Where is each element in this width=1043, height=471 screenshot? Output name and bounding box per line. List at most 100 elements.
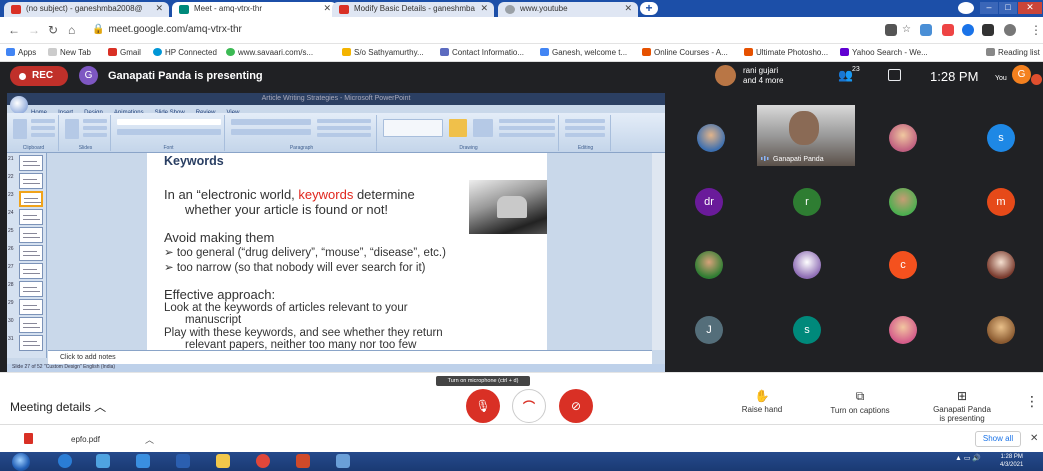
close-window-button[interactable]: ✕ bbox=[1018, 2, 1042, 14]
extension-icon[interactable] bbox=[942, 24, 954, 36]
participant-photo[interactable] bbox=[889, 124, 917, 152]
close-icon[interactable]: ✕ bbox=[480, 3, 488, 14]
extension-icon[interactable] bbox=[920, 24, 932, 36]
camera-icon[interactable] bbox=[885, 24, 897, 36]
ppt-status-bar: Slide 27 of 52 "Custom Design" English (… bbox=[7, 364, 665, 372]
participant-avatar[interactable]: J bbox=[695, 316, 723, 344]
participant-avatar[interactable]: c bbox=[889, 251, 917, 279]
bookmark-ganesh[interactable]: Ganesh, welcome t... bbox=[540, 48, 627, 57]
forward-icon[interactable]: → bbox=[28, 23, 40, 37]
app-icon[interactable] bbox=[136, 454, 150, 468]
bookmark-contact[interactable]: Contact Informatio... bbox=[440, 48, 524, 57]
avatar[interactable]: G bbox=[1012, 65, 1031, 84]
system-tray[interactable]: ▲ ▭ 🔊 bbox=[955, 454, 981, 462]
bookmark-apps[interactable]: Apps bbox=[6, 48, 36, 57]
new-tab-button[interactable]: + bbox=[640, 2, 658, 15]
bookmark-courses[interactable]: Online Courses - A... bbox=[642, 48, 728, 57]
speaker-tile[interactable]: Ganapati Panda bbox=[757, 105, 855, 166]
participant-photo[interactable] bbox=[987, 251, 1015, 279]
slide-thumbnail[interactable] bbox=[19, 209, 43, 225]
app-icon[interactable] bbox=[336, 454, 350, 468]
meeting-details-button[interactable]: Meeting details ︿ bbox=[10, 398, 106, 415]
viewer-summary[interactable]: rani gujari and 4 more bbox=[743, 66, 783, 86]
taskbar-clock[interactable]: 1:28 PM 4/3/2021 bbox=[1000, 453, 1023, 469]
tab-youtube[interactable]: www.youtube ✕ bbox=[498, 2, 638, 17]
slide-thumbnail[interactable] bbox=[19, 335, 43, 351]
close-icon[interactable]: ✕ bbox=[1030, 433, 1038, 444]
ie-icon[interactable] bbox=[96, 454, 110, 468]
app-icon[interactable] bbox=[176, 454, 190, 468]
leave-call-button[interactable]: ⌒ bbox=[512, 389, 546, 423]
folder-icon[interactable] bbox=[216, 454, 230, 468]
bookmark-photoshop[interactable]: Ultimate Photosho... bbox=[744, 48, 828, 57]
minimize-button[interactable]: – bbox=[980, 2, 998, 14]
back-icon[interactable]: ← bbox=[8, 23, 20, 37]
slide-bullet: ➢ too narrow (so that nobody will ever s… bbox=[164, 262, 426, 274]
slide-thumbnail[interactable] bbox=[19, 155, 43, 171]
slide-thumbnail[interactable] bbox=[19, 227, 43, 243]
close-icon[interactable]: ✕ bbox=[323, 3, 331, 14]
slide-thumbnail-selected[interactable] bbox=[19, 191, 43, 207]
media-player-icon[interactable] bbox=[58, 454, 72, 468]
slide-thumbnail[interactable] bbox=[19, 173, 43, 189]
bookmarks-bar: Apps New Tab Gmail HP Connected www.sava… bbox=[0, 44, 1043, 62]
maximize-button[interactable]: □ bbox=[999, 2, 1017, 14]
slide-thumbnail[interactable] bbox=[19, 299, 43, 315]
more-icon[interactable]: ⋮ bbox=[1030, 23, 1042, 37]
bookmark-reading-list[interactable]: Reading list bbox=[986, 48, 1040, 57]
slide-canvas[interactable]: Keywords In an “electronic world, keywor… bbox=[147, 153, 547, 350]
udemy-icon bbox=[744, 48, 753, 56]
participant-photo[interactable] bbox=[697, 124, 725, 152]
participant-photo[interactable] bbox=[889, 316, 917, 344]
tab-modify[interactable]: Modify Basic Details - ganeshmba ✕ bbox=[332, 2, 494, 17]
url-field[interactable]: 🔒 meet.google.com/amq-vtrx-thr bbox=[92, 24, 242, 35]
bookmark-gmail[interactable]: Gmail bbox=[108, 48, 141, 57]
notes-pane[interactable]: Click to add notes bbox=[48, 350, 652, 364]
close-icon[interactable]: ✕ bbox=[155, 3, 163, 14]
participant-photo[interactable] bbox=[987, 316, 1015, 344]
slide-thumbnail[interactable] bbox=[19, 263, 43, 279]
start-button[interactable] bbox=[12, 453, 30, 471]
participant-avatar[interactable]: m bbox=[987, 188, 1015, 216]
chevron-up-icon[interactable]: ︿ bbox=[145, 433, 154, 446]
bookmark-newtab[interactable]: New Tab bbox=[48, 48, 91, 57]
reload-icon[interactable]: ↻ bbox=[48, 23, 58, 37]
participant-photo[interactable] bbox=[793, 251, 821, 279]
participant-avatar[interactable]: dr bbox=[695, 188, 723, 216]
participant-avatar[interactable]: r bbox=[793, 188, 821, 216]
captions-button[interactable]: ⧉ Turn on captions bbox=[820, 389, 900, 415]
profile-icon[interactable] bbox=[958, 2, 974, 14]
bookmark-sathyamurthy[interactable]: S/o Sathyamurthy... bbox=[342, 48, 424, 57]
show-all-button[interactable]: Show all bbox=[975, 431, 1021, 447]
participant-photo[interactable] bbox=[695, 251, 723, 279]
bookmark-hp[interactable]: HP Connected bbox=[153, 48, 217, 57]
presenting-status-button[interactable]: ⊞ Ganapati Panda is presenting bbox=[922, 389, 1002, 423]
home-icon[interactable]: ⌂ bbox=[68, 23, 75, 37]
download-item[interactable]: epfo.pdf bbox=[71, 435, 100, 444]
close-icon[interactable]: ✕ bbox=[624, 3, 632, 14]
slide-thumbnail[interactable] bbox=[19, 317, 43, 333]
window-controls: – □ ✕ bbox=[956, 0, 1043, 17]
tab-meet[interactable]: Meet - amq-vtrx-thr ✕ bbox=[172, 2, 337, 17]
people-icon[interactable]: 👥 bbox=[838, 68, 853, 82]
chat-icon[interactable] bbox=[888, 69, 901, 81]
participant-avatar[interactable]: s bbox=[987, 124, 1015, 152]
bookmark-savaari[interactable]: www.savaari.com/s... bbox=[226, 48, 313, 57]
powerpoint-icon[interactable] bbox=[296, 454, 310, 468]
more-options-icon[interactable]: ⋮ bbox=[1025, 393, 1039, 410]
extension-icon[interactable] bbox=[962, 24, 974, 36]
raise-hand-button[interactable]: ✋ Raise hand bbox=[732, 389, 792, 414]
microphone-toggle-button[interactable]: 🎙 bbox=[466, 389, 500, 423]
bookmark-yahoo[interactable]: Yahoo Search - We... bbox=[840, 48, 928, 57]
slide-thumbnail[interactable] bbox=[19, 245, 43, 261]
vertical-scrollbar[interactable] bbox=[652, 153, 665, 350]
tab-gmail[interactable]: (no subject) - ganeshmba2008@ ✕ bbox=[4, 2, 169, 17]
puzzle-icon[interactable] bbox=[982, 24, 994, 36]
participant-photo[interactable] bbox=[889, 188, 917, 216]
participant-avatar[interactable]: s bbox=[793, 316, 821, 344]
chrome-icon[interactable] bbox=[256, 454, 270, 468]
slide-thumbnail[interactable] bbox=[19, 281, 43, 297]
star-icon[interactable]: ☆ bbox=[902, 24, 911, 35]
avatar[interactable] bbox=[1004, 24, 1016, 36]
camera-toggle-button[interactable]: ⊘ bbox=[559, 389, 593, 423]
